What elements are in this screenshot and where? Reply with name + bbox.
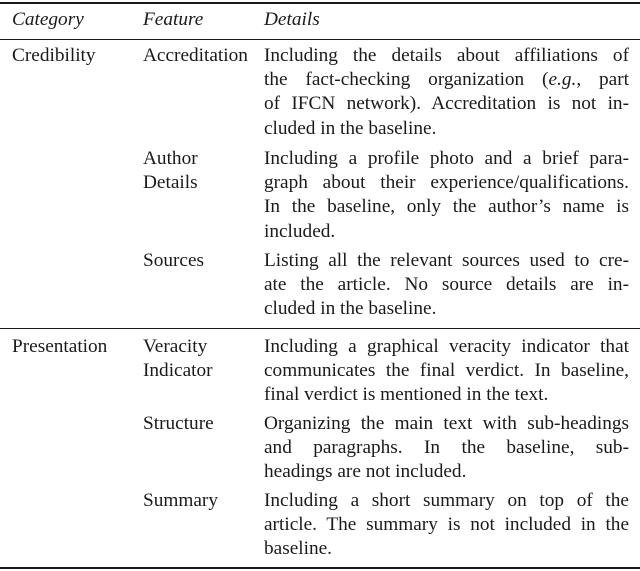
category-cell: Presentation <box>12 336 108 357</box>
detail-line: the fact-checking organization (e.g., pa… <box>264 69 629 91</box>
detail-line: included. <box>264 220 336 242</box>
feature-cell: Sources <box>143 250 205 271</box>
feature-cell: Veracity Indicator <box>143 335 213 383</box>
details-cell: Including a profile photo and a brief pa… <box>264 147 629 244</box>
category-cell: Credibility <box>12 45 96 66</box>
detail-line: In the baseline, only the author’s name … <box>264 196 629 218</box>
detail-line: cluded in the baseline. <box>264 117 437 139</box>
feature-cell: Summary <box>143 490 218 511</box>
detail-line: final verdict is mentioned in the text. <box>264 384 549 406</box>
detail-line: communicates the final verdict. In basel… <box>264 360 629 382</box>
details-cell: Organizing the main text with sub-headin… <box>264 412 629 485</box>
header-feature: Feature <box>143 9 204 30</box>
bottom-rule <box>0 567 640 569</box>
feature-line: Author <box>143 148 198 169</box>
detail-line: of IFCN network). Accreditation is not i… <box>264 93 629 115</box>
details-cell: Including a graphical veracity indicator… <box>264 335 629 408</box>
detail-line: Organizing the main text with sub-headin… <box>264 413 629 434</box>
details-cell: Including the details about affiliations… <box>264 44 629 141</box>
top-rule <box>0 2 640 4</box>
header-rule <box>0 39 640 40</box>
feature-cell: Author Details <box>143 147 198 195</box>
detail-line: Including the details about affiliations… <box>264 45 629 66</box>
detail-line: Listing all the relevant sources used to… <box>264 250 629 271</box>
header-category: Category <box>12 9 84 30</box>
group-rule <box>0 328 640 329</box>
detail-line: cluded in the baseline. <box>264 298 437 320</box>
feature-line: Details <box>143 172 198 194</box>
detail-line: article. The summary is not included in … <box>264 514 629 536</box>
eg-abbrev: e.g. <box>548 69 577 91</box>
feature-cell: Structure <box>143 413 214 434</box>
detail-line: Including a profile photo and a brief pa… <box>264 148 629 169</box>
detail-line: and paragraphs. In the baseline, sub- <box>264 437 629 459</box>
feature-line: Indicator <box>143 360 213 382</box>
detail-line: headings are not included. <box>264 461 467 483</box>
detail-line: graph about their experience/qualificati… <box>264 172 629 194</box>
detail-line: ate the article. No source details are i… <box>264 274 629 296</box>
header-details: Details <box>264 9 320 30</box>
detail-line: baseline. <box>264 538 332 560</box>
feature-line: Veracity <box>143 336 208 357</box>
detail-line: Including a short summary on top of the <box>264 490 629 511</box>
detail-line: Including a graphical veracity indicator… <box>264 336 629 357</box>
feature-cell: Accreditation <box>143 45 248 66</box>
details-cell: Listing all the relevant sources used to… <box>264 249 629 322</box>
details-cell: Including a short summary on top of the … <box>264 489 629 562</box>
